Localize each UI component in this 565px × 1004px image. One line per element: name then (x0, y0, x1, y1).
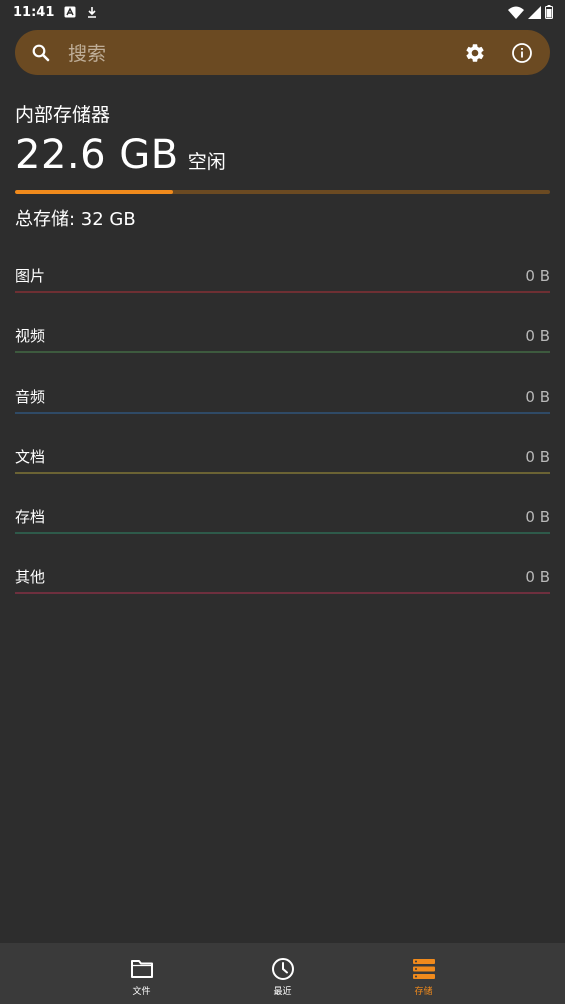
download-icon (86, 6, 98, 18)
free-space-value: 22.6 GB (15, 132, 179, 178)
storage-title: 内部存储器 (15, 104, 111, 126)
category-bar (15, 351, 550, 354)
total-storage-label: 总存储: 32 GB (15, 209, 136, 230)
category-bar (15, 411, 550, 414)
nav-label: 最近 (273, 987, 292, 997)
info-icon[interactable] (510, 41, 534, 65)
status-left: 11:41 (13, 5, 98, 20)
category-item-images[interactable]: 图片 0 B (15, 258, 550, 318)
nav-label: 文件 (132, 987, 151, 997)
folder-icon (129, 956, 155, 982)
status-time: 11:41 (13, 4, 55, 20)
a-box-icon (64, 6, 76, 18)
search-icon (31, 43, 51, 63)
category-name: 其他 (15, 568, 46, 587)
category-name: 文档 (15, 447, 46, 466)
category-item-audio[interactable]: 音频 0 B (15, 379, 550, 439)
category-size: 0 B (525, 327, 550, 346)
category-size: 0 B (525, 387, 550, 406)
category-bar (15, 532, 550, 535)
status-bar: 11:41 (0, 0, 565, 24)
category-bar (15, 471, 550, 474)
category-size: 0 B (525, 447, 550, 466)
nav-label: 存储 (414, 987, 433, 997)
storage-icon (411, 956, 437, 982)
category-size: 0 B (525, 568, 550, 587)
bottom-nav: 文件 最近 存储 (0, 943, 565, 1004)
clock-icon (270, 956, 296, 982)
category-bar (15, 592, 550, 595)
category-item-videos[interactable]: 视频 0 B (15, 318, 550, 378)
category-name: 存档 (15, 508, 46, 527)
wifi-icon (508, 6, 524, 19)
free-space-label: 空闲 (187, 151, 226, 173)
category-item-archives[interactable]: 存档 0 B (15, 499, 550, 559)
category-bar (15, 291, 550, 293)
category-name: 图片 (15, 267, 46, 285)
search-bar[interactable]: 搜索 (15, 30, 550, 75)
nav-item-storage[interactable]: 存储 (353, 943, 494, 1004)
search-actions (463, 41, 534, 65)
nav-item-recent[interactable]: 最近 (212, 943, 353, 1004)
storage-progress-fill (15, 190, 173, 194)
nav-item-files[interactable]: 文件 (71, 943, 212, 1004)
settings-icon[interactable] (463, 41, 487, 65)
search-input[interactable]: 搜索 (68, 39, 463, 66)
free-space-row: 22.6 GB 空闲 (15, 132, 226, 178)
category-name: 音频 (15, 387, 46, 406)
storage-progress-bar (15, 190, 550, 194)
battery-icon (545, 5, 553, 19)
category-list: 图片 0 B 视频 0 B 音频 0 B 文档 0 B 存档 0 B 其他 0 … (15, 258, 550, 620)
category-size: 0 B (525, 267, 550, 285)
category-item-other[interactable]: 其他 0 B (15, 559, 550, 619)
category-item-documents[interactable]: 文档 0 B (15, 439, 550, 499)
status-right (508, 5, 553, 19)
category-name: 视频 (15, 327, 46, 346)
category-size: 0 B (525, 508, 550, 527)
cellular-signal-icon (528, 5, 541, 19)
storage-screen: 11:41 搜索 内部存储器 22.6 GB 空闲 总存储: 32 GB 图片 … (0, 0, 565, 1004)
